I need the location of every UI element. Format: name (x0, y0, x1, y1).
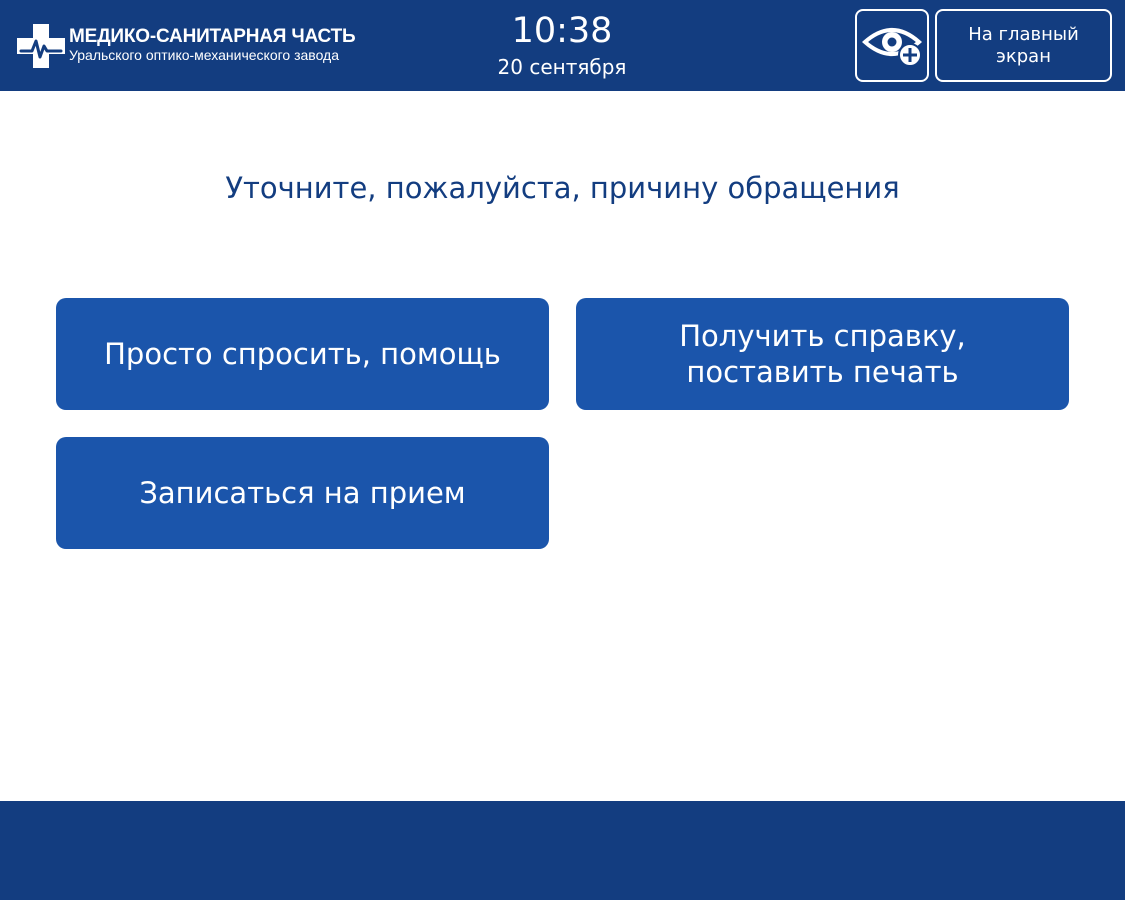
medical-cross-icon (17, 24, 65, 68)
org-subtitle: Уральского оптико-механического завода (69, 47, 339, 63)
page-prompt: Уточните, пожалуйста, причину обращения (225, 171, 900, 205)
accessibility-vision-button[interactable] (855, 9, 929, 82)
clock-time: 10:38 (511, 11, 613, 51)
ask-help-button[interactable]: Просто спросить, помощь (56, 298, 549, 410)
home-screen-button[interactable]: На главный экран (935, 9, 1112, 82)
org-title: МЕДИКО-САНИТАРНАЯ ЧАСТЬ (69, 26, 356, 47)
get-certificate-button[interactable]: Получить справку, поставить печать (576, 298, 1069, 410)
eye-plus-icon (862, 28, 923, 67)
book-appointment-button[interactable]: Записаться на прием (56, 437, 549, 549)
footer-bar (0, 801, 1125, 900)
header-bar: МЕДИКО-САНИТАРНАЯ ЧАСТЬ Уральского оптик… (0, 0, 1125, 91)
clock-date: 20 сентября (497, 55, 627, 79)
